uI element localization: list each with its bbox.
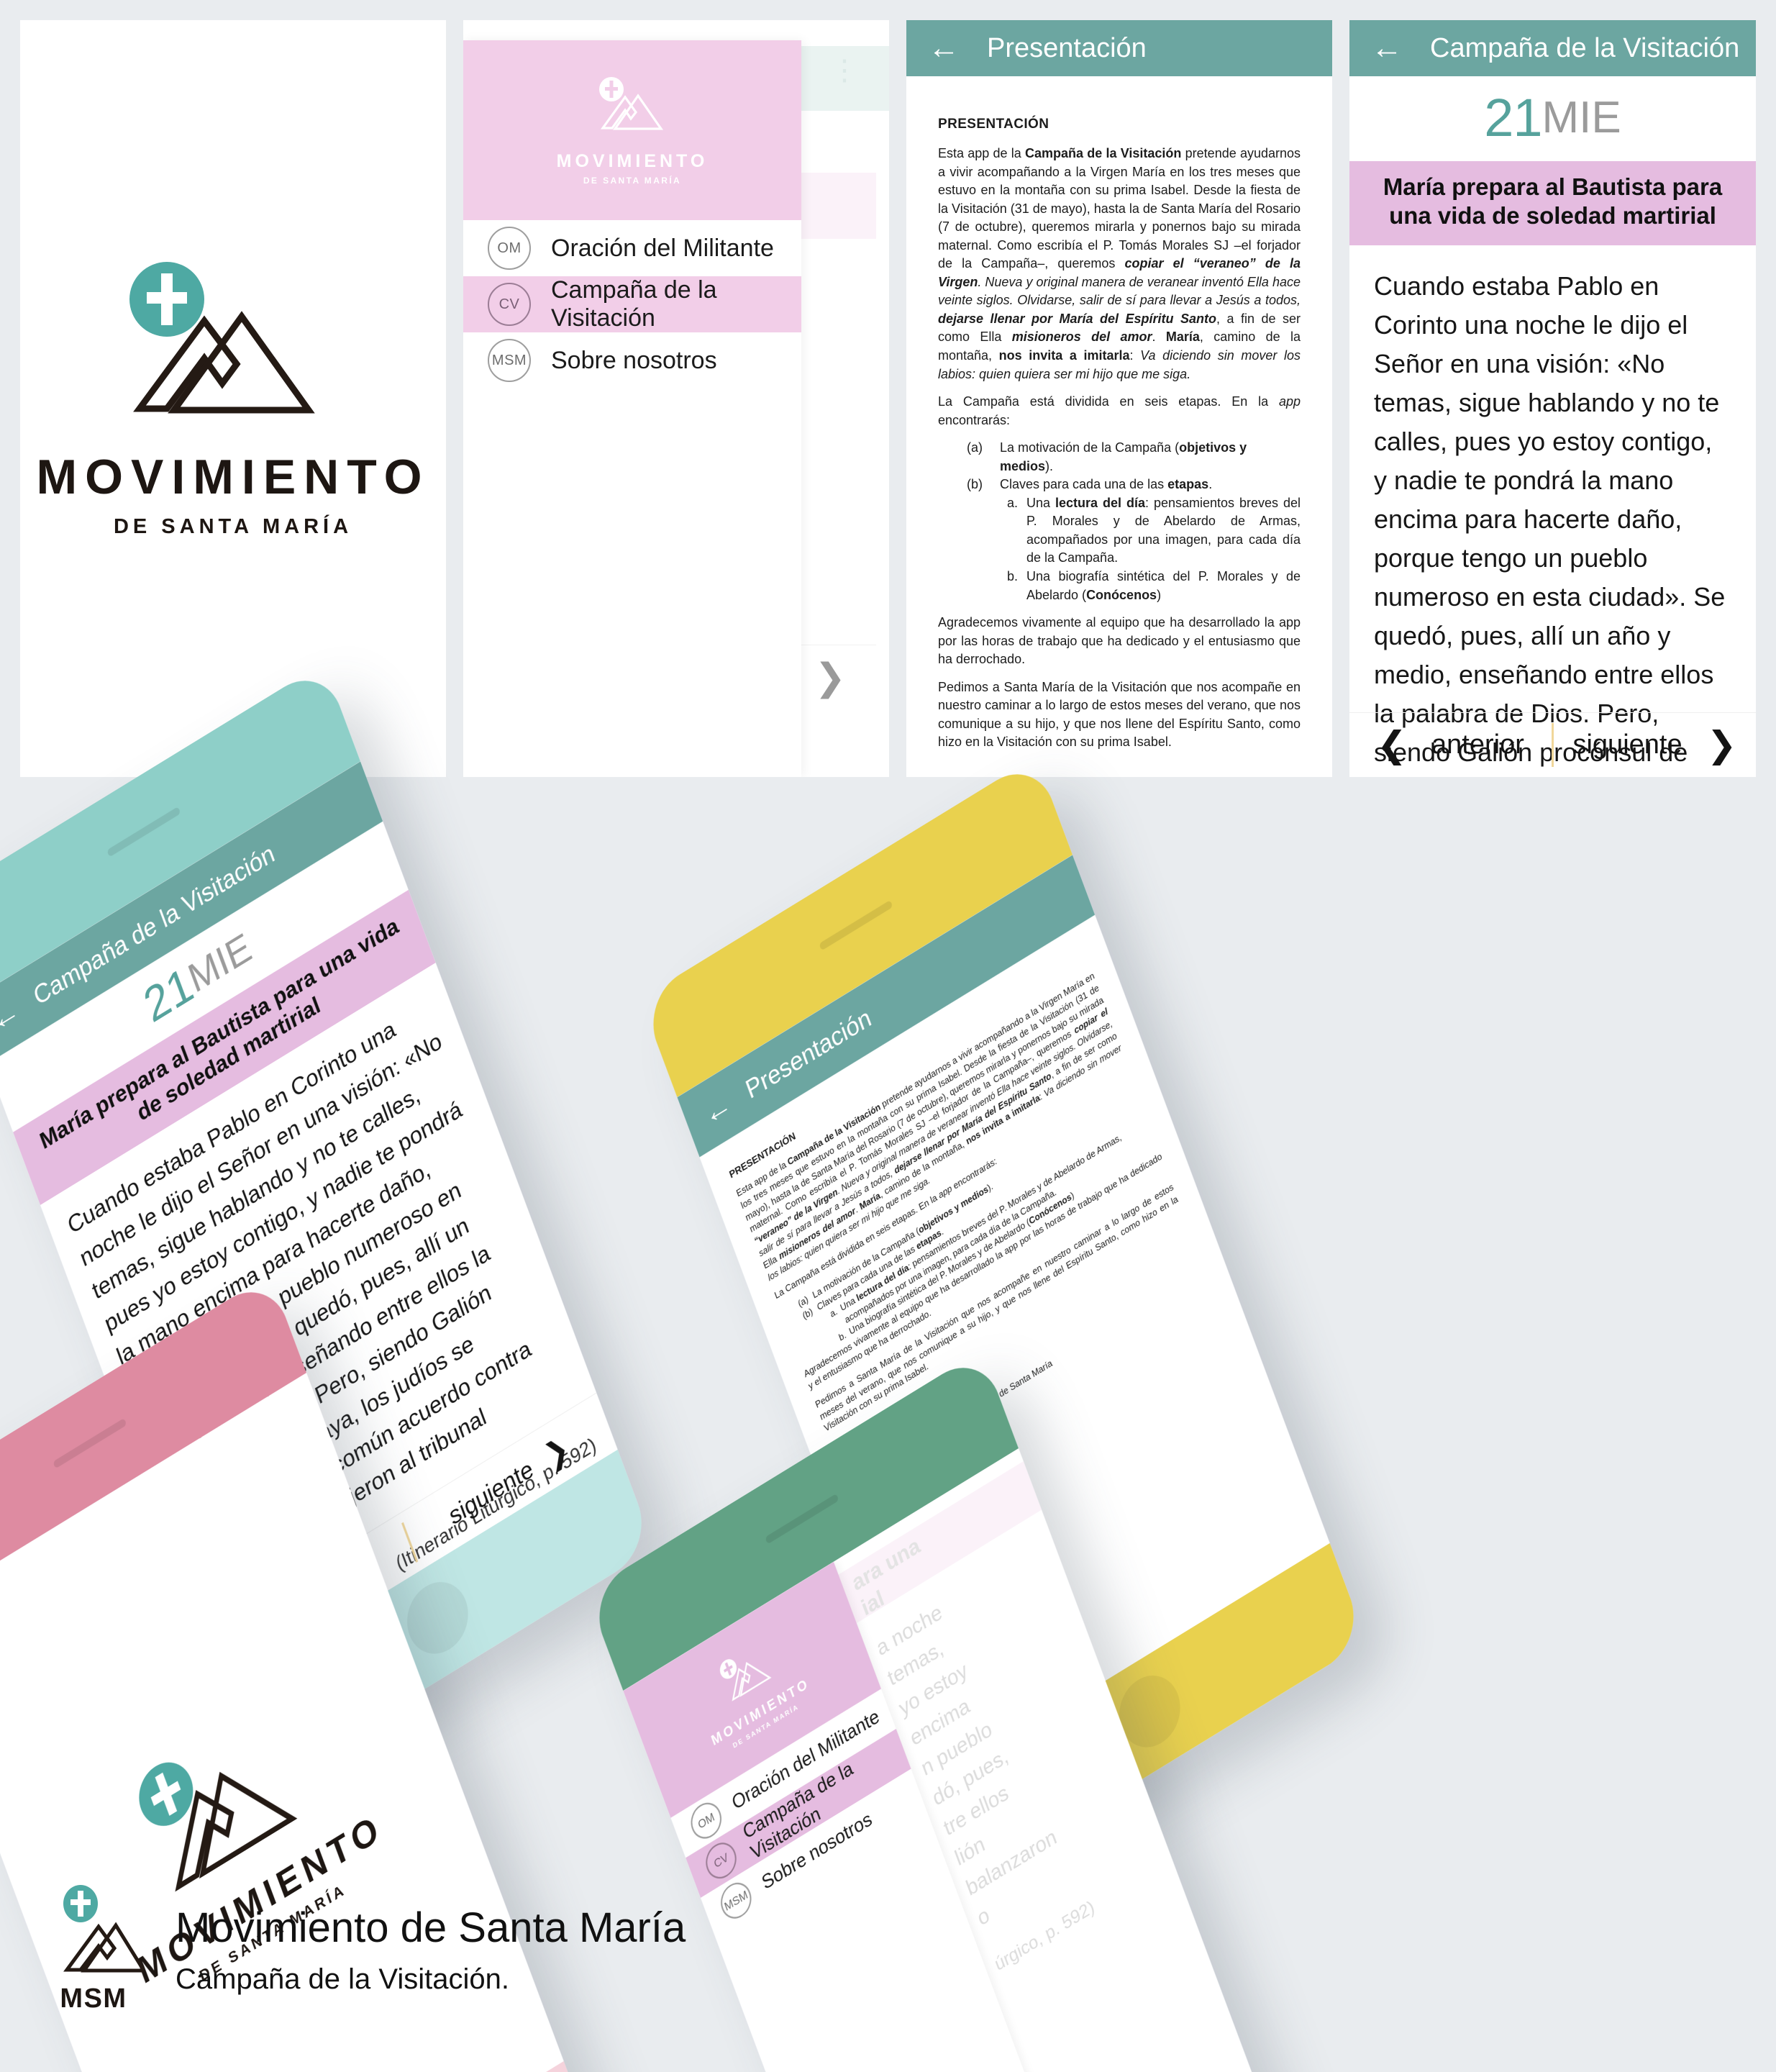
back-arrow-icon[interactable]: ←	[0, 992, 24, 1039]
drawer-logo-icon	[586, 75, 679, 141]
day-weekday: MIE	[1542, 92, 1621, 142]
screen-presentacion: ← Presentación PRESENTACIÓN Esta app de …	[906, 20, 1332, 777]
chevron-right-icon: ❯	[539, 1430, 573, 1475]
drawer-item-label: Oración del Militante	[551, 234, 774, 262]
chevron-right-icon: ❯	[814, 656, 846, 699]
doc-list: (a) La motivación de la Campaña (objetiv…	[938, 439, 1301, 604]
doc-paragraph-2: La Campaña está dividida en seis etapas.…	[938, 394, 1301, 427]
footer-badge: MSM	[60, 1984, 127, 2014]
doc-list-item-b: (b) Claves para cada una de las etapas.	[967, 477, 1213, 492]
splash-logo-block: MOVIMIENTO DE SANTA MARÍA	[20, 258, 446, 539]
doc-paragraph-3: Agradecemos vivamente al equipo que ha d…	[938, 615, 1301, 667]
prev-day-button[interactable]: ❮ anterior	[1349, 713, 1552, 777]
drawer-item-campana[interactable]: CV Campaña de la Visitación	[463, 276, 801, 332]
drawer-item-label: Sobre nosotros	[551, 346, 717, 374]
drawer-brand-tagline: DE SANTA MARÍA	[583, 176, 682, 186]
footer-title: Movimiento de Santa María	[176, 1904, 686, 1951]
drawer-header: MOVIMIENTO DE SANTA MARÍA	[463, 40, 801, 220]
back-arrow-icon[interactable]: ←	[1371, 32, 1403, 64]
doc-list-item-b-b: b. Una biografía sintética del P. Morale…	[1007, 569, 1301, 602]
drawer-brand-name: MOVIMIENTO	[556, 151, 709, 171]
phone-speaker	[106, 806, 181, 858]
chevron-right-icon: ❯	[1706, 724, 1737, 765]
brand-wordmark: MOVIMIENTO	[36, 450, 430, 504]
day-number: 21	[1484, 87, 1542, 147]
badge-om-icon: OM	[488, 227, 531, 270]
day-bottom-nav: ❮ anterior siguiente ❯	[1349, 712, 1756, 777]
footer-logo-icon: MSM	[43, 1885, 147, 2014]
screen-splash: MOVIMIENTO DE SANTA MARÍA	[20, 20, 446, 777]
appbar-campana: ← Campaña de la Visitación	[1349, 20, 1756, 76]
phone-speaker	[819, 899, 893, 951]
doc-heading: PRESENTACIÓN	[938, 117, 1049, 132]
badge-msm-icon: MSM	[716, 1876, 756, 1925]
appbar-presentacion: ← Presentación	[906, 20, 1332, 76]
back-arrow-icon[interactable]: ←	[699, 1086, 737, 1132]
day-body-text: Cuando estaba Pablo en Corinto una noche…	[1374, 271, 1726, 778]
day-indicator: 21 MIE	[1349, 76, 1756, 161]
flat-screens-row: MOVIMIENTO DE SANTA MARÍA ón ⋮ ara unaia…	[0, 0, 1776, 791]
drawer-item-oracion[interactable]: OM Oración del Militante	[463, 220, 801, 276]
next-label: siguiente	[1572, 730, 1682, 760]
poster-canvas: MOVIMIENTO DE SANTA MARÍA ón ⋮ ara unaia…	[0, 0, 1776, 2072]
phone-speaker	[765, 1493, 839, 1545]
appbar-title: Campaña de la Visitación	[1430, 32, 1740, 63]
prev-label: anterior	[1431, 730, 1524, 760]
overflow-menu-icon: ⋮	[830, 55, 859, 86]
appbar-title: Presentación	[987, 32, 1147, 63]
isometric-mockups: ← Campaña de la Visitación 21 MIE María …	[0, 663, 1776, 2072]
screen-campana-dia: ← Campaña de la Visitación 21 MIE María …	[1349, 20, 1756, 777]
doc-paragraph-4: Pedimos a Santa María de la Visitación q…	[938, 679, 1301, 750]
next-day-button[interactable]: siguiente ❯	[1554, 713, 1756, 777]
chevron-left-icon: ❮	[1377, 724, 1408, 765]
nav-drawer: MOVIMIENTO DE SANTA MARÍA OM Oración del…	[463, 40, 801, 777]
screen-navigation-drawer: ón ⋮ ara unaial a nochetemas,yo estoyenc…	[463, 20, 889, 777]
doc-paragraph-1: Esta app de la Campaña de la Visitación …	[938, 146, 1301, 381]
phone-speaker	[53, 1417, 127, 1469]
day-title: María prepara al Bautista para una vida …	[1349, 161, 1756, 245]
drawer-item-label: Campaña de la Visitación	[551, 276, 717, 332]
doc-list-item-a: (a) La motivación de la Campaña (objetiv…	[967, 440, 1247, 473]
doc-list-item-b-a: a. Una lectura del día: pensamientos bre…	[1007, 495, 1301, 565]
badge-cv-icon: CV	[488, 283, 531, 326]
presentacion-document: PRESENTACIÓN Esta app de la Campaña de l…	[906, 76, 1332, 777]
footer-subtitle: Campaña de la Visitación.	[176, 1963, 509, 1995]
poster-footer: MSM Movimiento de Santa María Campaña de…	[43, 1885, 686, 2014]
back-arrow-icon[interactable]: ←	[928, 32, 960, 64]
drawer-item-sobre-nosotros[interactable]: MSM Sobre nosotros	[463, 332, 801, 388]
brand-tagline: DE SANTA MARÍA	[113, 515, 353, 538]
brand-logo-icon	[89, 258, 377, 437]
badge-msm-icon: MSM	[488, 339, 531, 382]
